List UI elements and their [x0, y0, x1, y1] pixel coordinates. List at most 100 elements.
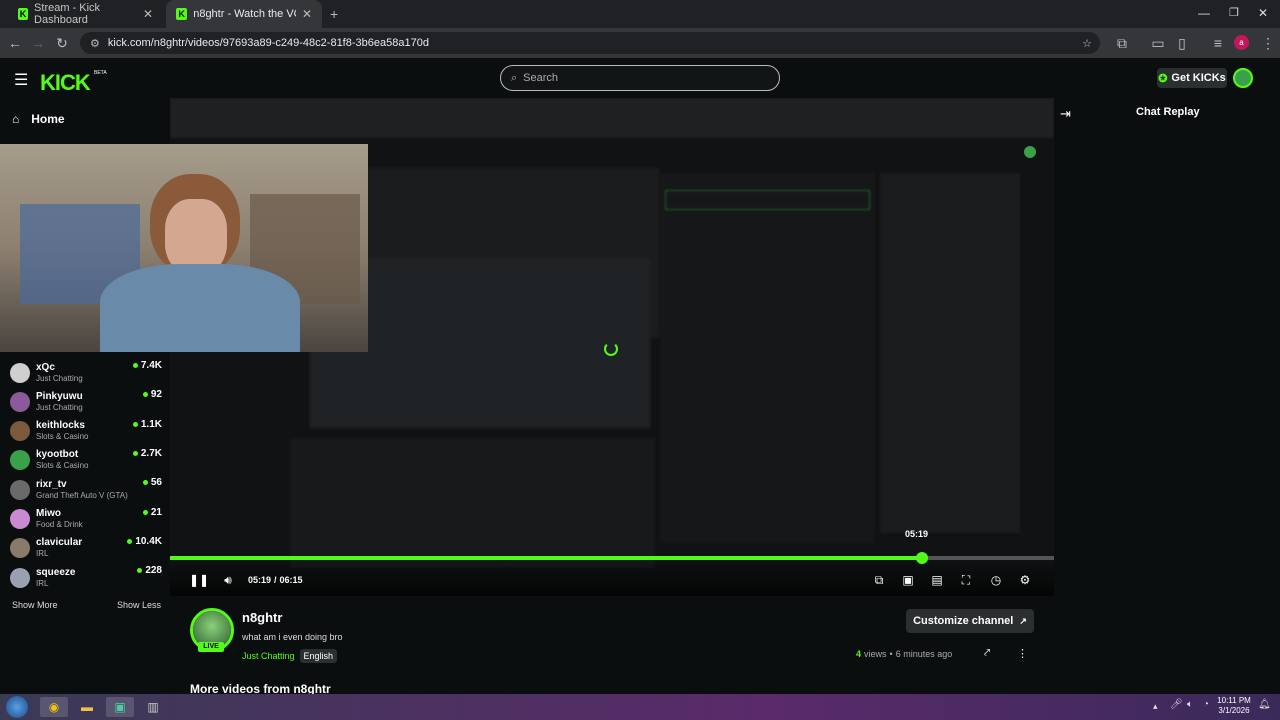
fullscreen-icon[interactable]: ⛶	[957, 572, 975, 588]
sidebar-channel-item[interactable]: Pinkyuwu Just Chatting 92	[10, 387, 162, 416]
channel-category: Slots & Casino	[36, 432, 89, 442]
pause-icon[interactable]: ❚❚	[189, 572, 209, 588]
customize-channel-button[interactable]: Customize channel ↗	[906, 609, 1034, 633]
scrub-handle[interactable]	[916, 552, 928, 564]
forward-icon[interactable]: →	[26, 28, 50, 58]
app2-taskbar-icon[interactable]: ▥	[139, 697, 167, 717]
sidebar-channel-item[interactable]: xQc Just Chatting 7.4K	[10, 358, 162, 387]
miniplayer-icon[interactable]: ⧉	[870, 572, 888, 588]
clock[interactable]: 10:11 PM 3/1/2026	[1214, 696, 1254, 716]
network-icon[interactable]: ◔	[1203, 699, 1209, 710]
user-avatar[interactable]	[1233, 68, 1253, 88]
time-separator: /	[274, 575, 277, 585]
channel-text: keithlocks Slots & Casino	[36, 420, 88, 442]
volume-icon[interactable]: 🔊︎	[219, 572, 237, 588]
viewer-count: 56	[142, 477, 162, 488]
address-toolbar: ← → ↻ ⚙ kick.com/n8ghtr/videos/97693a89-…	[0, 28, 1280, 58]
start-button[interactable]	[6, 696, 28, 718]
channel-avatar	[10, 391, 30, 412]
live-dot-icon	[142, 480, 148, 486]
theater-mode-icon[interactable]: ▤	[928, 572, 946, 588]
sidebar-channel-item[interactable]: clavicular IRL 10.4K	[10, 534, 162, 563]
mic-icon[interactable]: 🎤︎	[1170, 699, 1183, 710]
close-tab-icon[interactable]: ✕	[302, 7, 312, 21]
live-dot-icon	[127, 538, 133, 544]
channel-avatar	[10, 567, 30, 588]
more-options-icon[interactable]: ⋮	[1017, 647, 1028, 660]
playback-speed-icon[interactable]: ◷	[987, 572, 1005, 588]
bookmark-star-icon[interactable]: ☆	[1082, 37, 1092, 50]
live-dot-icon	[142, 392, 148, 398]
tab-kick-dashboard[interactable]: K Stream - Kick Dashboard ✕	[8, 0, 163, 28]
live-badge: LIVE	[198, 642, 224, 652]
search-input[interactable]: ⌕ Search	[500, 65, 780, 91]
hamburger-menu-icon[interactable]: ☰	[14, 70, 28, 90]
tray-chevron-icon[interactable]: ▴	[1153, 701, 1158, 712]
live-dot-icon	[132, 363, 138, 368]
notification-icon[interactable]: 🔔︎	[1258, 699, 1271, 710]
channel-name: clavicular	[36, 537, 83, 549]
category-link[interactable]: Just Chatting	[242, 651, 295, 661]
collapse-chat-icon[interactable]: ⇥	[1060, 106, 1071, 122]
video-content-chat	[660, 173, 875, 543]
app-taskbar-icon[interactable]: ▣	[106, 697, 134, 717]
video-content-highlight	[665, 190, 870, 210]
external-link-icon: ↗	[1019, 615, 1027, 626]
minimize-icon[interactable]: —	[1198, 6, 1210, 20]
time-ago: 6 minutes ago	[895, 649, 953, 659]
url-bar[interactable]: ⚙ kick.com/n8ghtr/videos/97693a89-c249-4…	[80, 32, 1100, 54]
channel-text: xQc Just Chatting	[36, 362, 83, 384]
channel-category: Slots & Casino	[36, 461, 89, 471]
home-label: Home	[31, 112, 65, 126]
beta-label: BETA	[94, 70, 107, 76]
show-more-button[interactable]: Show More	[12, 600, 58, 610]
share-icon[interactable]: ⤤	[984, 647, 990, 660]
extensions-icon[interactable]: ⧉	[1110, 28, 1134, 58]
media-icon[interactable]: ≡	[1206, 28, 1230, 58]
cast-icon[interactable]: ▭	[1146, 28, 1170, 58]
reload-icon[interactable]: ↻	[50, 28, 74, 58]
sidebar-item-home[interactable]: ⌂ Home	[12, 112, 65, 126]
language-tag[interactable]: English	[299, 649, 338, 663]
viewer-count-value: 1.1K	[140, 418, 162, 430]
sidebar-channel-item[interactable]: keithlocks Slots & Casino 1.1K	[10, 417, 162, 446]
channel-avatar	[10, 538, 30, 559]
viewer-count: 7.4K	[132, 360, 162, 371]
new-tab-button[interactable]: +	[330, 6, 338, 22]
sidebar-channel-item[interactable]: kyootbot Slots & Casino 2.7K	[10, 446, 162, 475]
browser-tab-bar: K Stream - Kick Dashboard ✕ K n8ghtr - W…	[0, 0, 1280, 28]
sidebar-channel-item[interactable]: squeeze IRL 228	[10, 563, 162, 592]
kick-logo[interactable]: KICK	[40, 70, 91, 96]
channel-text: kyootbot Slots & Casino	[36, 449, 88, 471]
restore-icon[interactable]: ❐	[1229, 6, 1239, 19]
current-time: 05:19	[248, 575, 272, 585]
volume-tray-icon[interactable]: 🔈︎	[1187, 699, 1193, 710]
get-kicks-button[interactable]: ✪ Get KICKs	[1157, 68, 1227, 88]
sidebar-channel-item[interactable]: Miwo Food & Drink 21	[10, 505, 162, 534]
chrome-taskbar-icon[interactable]: ◉	[40, 697, 68, 717]
sidebar-channel-item[interactable]: rixr_tv Grand Theft Auto V (GTA) 56	[10, 475, 162, 504]
kicks-coin-icon: ✪	[1158, 72, 1168, 85]
video-content-browser-bar	[170, 98, 1054, 138]
chat-panel	[1054, 98, 1280, 694]
show-less-button[interactable]: Show Less	[117, 600, 161, 610]
viewer-count: 1.1K	[132, 418, 162, 430]
back-icon[interactable]: ←	[3, 28, 27, 58]
profile-avatar[interactable]: a	[1234, 35, 1249, 50]
viewer-count-value: 228	[145, 565, 162, 577]
channel-text: rixr_tv Grand Theft Auto V (GTA)	[36, 479, 128, 501]
menu-kebab-icon[interactable]: ⋮	[1256, 28, 1280, 58]
tab-vod[interactable]: K n8ghtr - Watch the VOD o ✕	[166, 0, 322, 28]
channel-name: Miwo	[36, 508, 61, 519]
tab-title: n8ghtr - Watch the VOD o	[193, 8, 296, 20]
site-info-icon[interactable]: ⚙	[90, 37, 100, 50]
channel-category: IRL	[36, 578, 49, 588]
channel-name[interactable]: n8ghtr	[242, 610, 282, 625]
channel-name: keithlocks	[36, 420, 85, 432]
settings-gear-icon[interactable]: ⚙	[1016, 572, 1034, 588]
sidepanel-icon[interactable]: ▯	[1170, 28, 1194, 58]
close-window-icon[interactable]: ✕	[1258, 6, 1268, 20]
clip-icon[interactable]: ▣	[899, 572, 917, 588]
file-explorer-icon[interactable]: ▬	[73, 697, 101, 717]
close-tab-icon[interactable]: ✕	[143, 7, 153, 21]
